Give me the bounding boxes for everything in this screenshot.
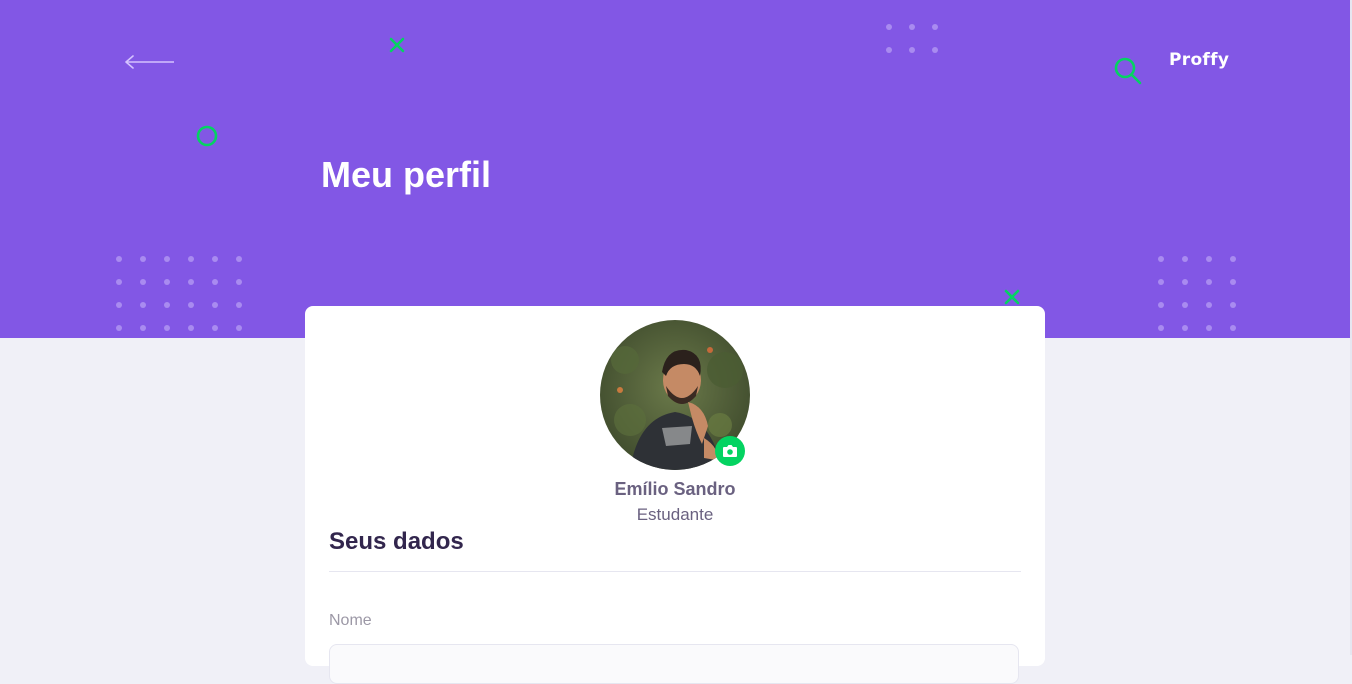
- section-title: Seus dados: [329, 528, 464, 555]
- circle-icon: [196, 125, 218, 147]
- dot-grid-decoration: [886, 24, 938, 53]
- arrow-left-icon[interactable]: [124, 54, 176, 70]
- dot-grid-decoration: [1158, 256, 1236, 331]
- user-name: Emílio Sandro: [614, 479, 736, 499]
- section-divider: [329, 571, 1021, 572]
- name-field-label: Nome: [329, 612, 372, 629]
- dot-grid-decoration: [116, 256, 242, 331]
- profile-card: Emílio Sandro Estudante Seus dados Nome: [305, 306, 1045, 684]
- x-icon: [1004, 289, 1020, 305]
- proffy-logo[interactable]: Proffy: [1169, 50, 1229, 70]
- user-role: Estudante: [636, 505, 714, 524]
- page-title: Meu perfil: [321, 154, 492, 195]
- page-header: Proffy Meu perfil: [0, 0, 1350, 338]
- x-icon: [389, 37, 405, 53]
- name-input[interactable]: [329, 644, 1019, 684]
- change-photo-button[interactable]: [715, 436, 745, 466]
- camera-icon: [723, 445, 737, 457]
- search-icon[interactable]: [1113, 56, 1143, 86]
